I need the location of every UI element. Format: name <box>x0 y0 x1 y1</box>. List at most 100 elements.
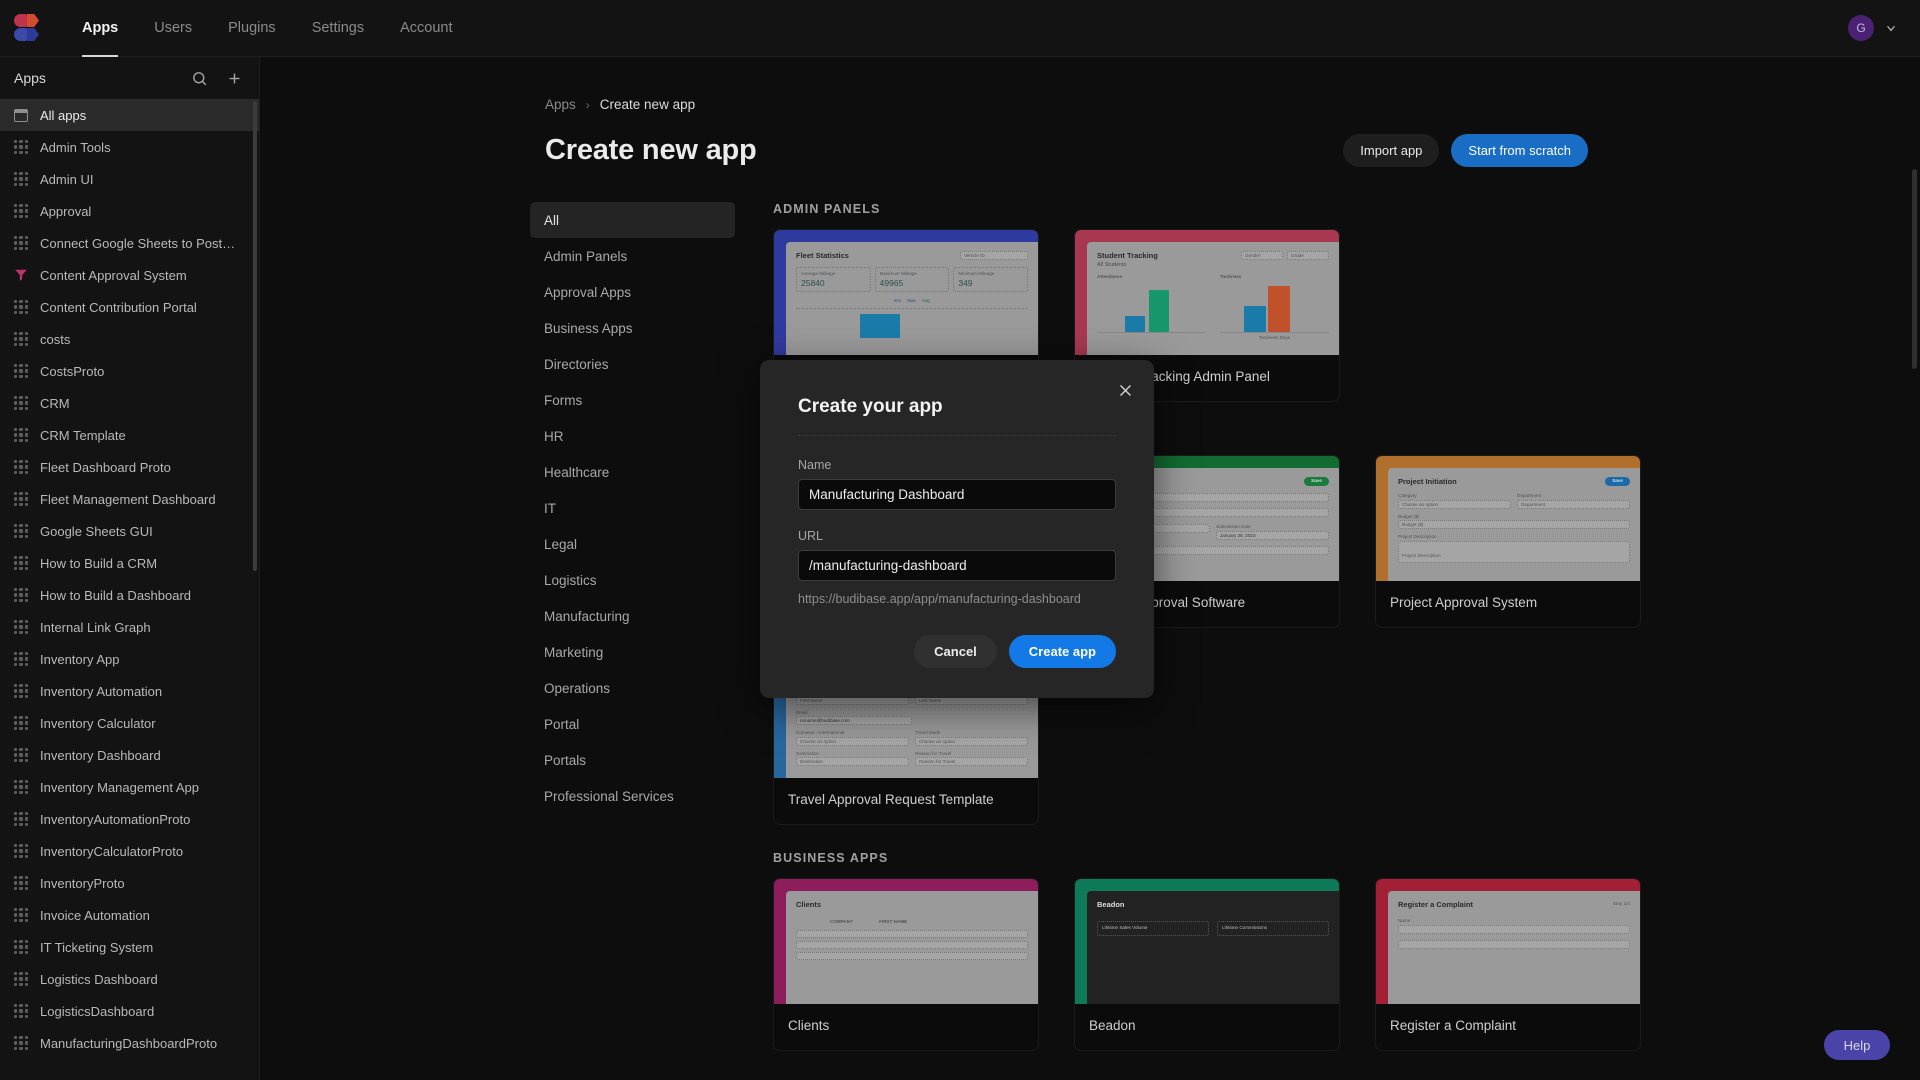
sidebar-item-label: Logistics Dashboard <box>40 971 158 987</box>
grid-icon <box>14 204 28 218</box>
sidebar-item-invoice-automation[interactable]: Invoice Automation <box>0 899 259 931</box>
name-input[interactable] <box>798 479 1116 510</box>
main-scrollbar[interactable] <box>1912 169 1917 369</box>
sidebar-item-logisticsdashboard[interactable]: LogisticsDashboard <box>0 995 259 1027</box>
template-card-project-approval[interactable]: Project Initiation Save Category Choose a… <box>1375 455 1641 628</box>
sidebar-item-inventory-app[interactable]: Inventory App <box>0 643 259 675</box>
template-card-complaint[interactable]: Register a Complaint Step 1/4 Name Regis… <box>1375 878 1641 1051</box>
name-field-label: Name <box>798 458 832 472</box>
sidebar-item-fleet-management-dashboard[interactable]: Fleet Management Dashboard <box>0 483 259 515</box>
app-logo[interactable] <box>0 13 58 43</box>
url-input[interactable] <box>798 550 1116 581</box>
template-card-clients[interactable]: Clients COMPANY FIRST NAME Clients <box>773 878 1039 1051</box>
category-forms[interactable]: Forms <box>530 382 735 418</box>
nav-tab-plugins[interactable]: Plugins <box>210 0 294 57</box>
sidebar-item-inventoryautomationproto[interactable]: InventoryAutomationProto <box>0 803 259 835</box>
category-portals[interactable]: Portals <box>530 742 735 778</box>
category-marketing[interactable]: Marketing <box>530 634 735 670</box>
sidebar-item-label: Content Approval System <box>40 267 187 283</box>
sidebar-item-google-sheets-gui[interactable]: Google Sheets GUI <box>0 515 259 547</box>
category-manufacturing[interactable]: Manufacturing <box>530 598 735 634</box>
field-value: January 28, 2023 <box>1220 532 1256 538</box>
category-portal[interactable]: Portal <box>530 706 735 742</box>
category-label: Manufacturing <box>544 608 630 624</box>
template-card-beadon[interactable]: Beadon Lifetime Sales Volume Lifetime Co… <box>1074 878 1340 1051</box>
sidebar-item-logistics-dashboard[interactable]: Logistics Dashboard <box>0 963 259 995</box>
category-all[interactable]: All <box>530 202 735 238</box>
sidebar-item-all-apps[interactable]: All apps <box>0 99 259 131</box>
category-approval-apps[interactable]: Approval Apps <box>530 274 735 310</box>
category-business-apps[interactable]: Business Apps <box>530 310 735 346</box>
nav-tab-apps[interactable]: Apps <box>64 0 136 57</box>
category-label: Admin Panels <box>544 248 628 264</box>
category-admin-panels[interactable]: Admin Panels <box>530 238 735 274</box>
sidebar-item-inventory-management-app[interactable]: Inventory Management App <box>0 771 259 803</box>
sidebar-item-inventorycalculatorproto[interactable]: InventoryCalculatorProto <box>0 835 259 867</box>
plus-icon[interactable] <box>226 70 243 87</box>
sidebar-item-admin-ui[interactable]: Admin UI <box>0 163 259 195</box>
modal-title: Create your app <box>798 396 943 417</box>
sidebar-item-label: Connect Google Sheets to Post… <box>40 235 236 251</box>
sidebar-item-costsproto[interactable]: CostsProto <box>0 355 259 387</box>
category-legal[interactable]: Legal <box>530 526 735 562</box>
sidebar-item-label: Invoice Automation <box>40 907 150 923</box>
cancel-button[interactable]: Cancel <box>914 635 997 668</box>
sidebar-item-connect-google-sheets-to-post[interactable]: Connect Google Sheets to Post… <box>0 227 259 259</box>
template-card-name: Beadon <box>1089 1018 1136 1033</box>
sidebar-item-label: Admin UI <box>40 171 94 187</box>
sidebar-item-approval[interactable]: Approval <box>0 195 259 227</box>
create-app-button[interactable]: Create app <box>1008 635 1116 668</box>
sidebar-item-crm[interactable]: CRM <box>0 387 259 419</box>
category-hr[interactable]: HR <box>530 418 735 454</box>
sidebar-item-costs[interactable]: costs <box>0 323 259 355</box>
category-it[interactable]: IT <box>530 490 735 526</box>
nav-tab-users[interactable]: Users <box>136 0 210 57</box>
nav-tab-apps-label: Apps <box>82 20 119 36</box>
sidebar-item-inventory-calculator[interactable]: Inventory Calculator <box>0 707 259 739</box>
sidebar-item-inventory-automation[interactable]: Inventory Automation <box>0 675 259 707</box>
sidebar-item-admin-tools[interactable]: Admin Tools <box>0 131 259 163</box>
stat-label: Average Mileage <box>801 271 836 276</box>
grid-icon <box>14 236 28 250</box>
sidebar-item-content-approval-system[interactable]: Content Approval System <box>0 259 259 291</box>
nav-tab-account[interactable]: Account <box>382 0 470 57</box>
sidebar-scrollbar[interactable] <box>253 101 257 571</box>
search-icon[interactable] <box>191 70 208 87</box>
save-button[interactable]: Save <box>1304 477 1329 486</box>
nav-tab-account-label: Account <box>400 20 453 36</box>
sidebar-item-label: Approval <box>40 203 92 219</box>
url-field-label: URL <box>798 529 824 543</box>
category-healthcare[interactable]: Healthcare <box>530 454 735 490</box>
close-icon[interactable] <box>1117 382 1134 399</box>
save-button[interactable]: Save <box>1605 477 1630 486</box>
sidebar-item-content-contribution-portal[interactable]: Content Contribution Portal <box>0 291 259 323</box>
category-operations[interactable]: Operations <box>530 670 735 706</box>
sidebar-item-how-to-build-a-dashboard[interactable]: How to Build a Dashboard <box>0 579 259 611</box>
category-logistics[interactable]: Logistics <box>530 562 735 598</box>
breadcrumb-current: Create new app <box>599 97 696 112</box>
sidebar-item-manufacturingdashboardproto[interactable]: ManufacturingDashboardProto <box>0 1027 259 1059</box>
import-app-button[interactable]: Import app <box>1343 134 1440 167</box>
sidebar-item-internal-link-graph[interactable]: Internal Link Graph <box>0 611 259 643</box>
sidebar-item-inventory-dashboard[interactable]: Inventory Dashboard <box>0 739 259 771</box>
help-button[interactable]: Help <box>1824 1030 1890 1060</box>
avatar[interactable]: G <box>1848 15 1874 41</box>
sidebar-item-fleet-dashboard-proto[interactable]: Fleet Dashboard Proto <box>0 451 259 483</box>
start-from-scratch-button[interactable]: Start from scratch <box>1451 134 1588 167</box>
breadcrumb-apps[interactable]: Apps <box>545 97 576 112</box>
category-professional-services[interactable]: Professional Services <box>530 778 735 814</box>
sidebar-item-how-to-build-a-crm[interactable]: How to Build a CRM <box>0 547 259 579</box>
field-label: Domestic / International <box>796 730 845 735</box>
nav-right-group: G <box>1848 15 1920 41</box>
page-title: Create new app <box>545 134 757 166</box>
nav-tab-settings-label: Settings <box>311 20 365 36</box>
sidebar-item-crm-template[interactable]: CRM Template <box>0 419 259 451</box>
nav-tab-settings[interactable]: Settings <box>294 0 382 57</box>
thumb-dropdown-value: Vehicle ID <box>964 253 985 258</box>
stat-label: Lifetime Commissions <box>1222 925 1267 930</box>
category-label: IT <box>544 500 556 516</box>
chevron-down-icon[interactable] <box>1884 21 1898 35</box>
sidebar-item-inventoryproto[interactable]: InventoryProto <box>0 867 259 899</box>
sidebar-item-it-ticketing-system[interactable]: IT Ticketing System <box>0 931 259 963</box>
category-directories[interactable]: Directories <box>530 346 735 382</box>
